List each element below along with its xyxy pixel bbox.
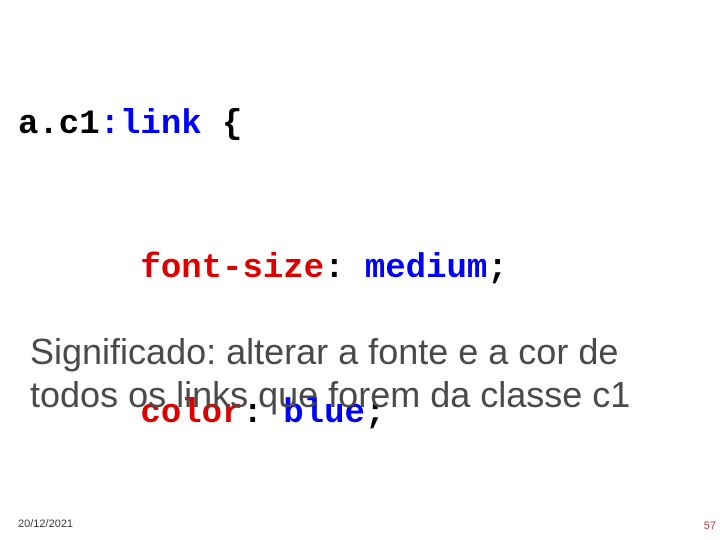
css-code-block: a.c1:link { font-size: medium; color: bl…	[18, 4, 508, 540]
selector-pseudo: :link	[100, 106, 202, 144]
footer-date: 20/12/2021	[18, 518, 73, 530]
prop-font-size: font-size	[140, 250, 324, 288]
explanation-text: Significado: alterar a fonte e a cor de …	[30, 330, 690, 416]
selector-element: a.c1	[18, 106, 100, 144]
val-medium: medium	[365, 250, 487, 288]
footer-page-number: 57	[704, 520, 716, 532]
slide: a.c1:link { font-size: medium; color: bl…	[0, 0, 720, 540]
code-line-4: }	[18, 535, 508, 540]
brace-open: {	[202, 106, 243, 144]
colon: :	[324, 250, 365, 288]
indent	[18, 250, 140, 288]
semicolon: ;	[487, 250, 507, 288]
code-line-1: a.c1:link {	[18, 101, 508, 149]
code-line-2: font-size: medium;	[18, 245, 508, 293]
